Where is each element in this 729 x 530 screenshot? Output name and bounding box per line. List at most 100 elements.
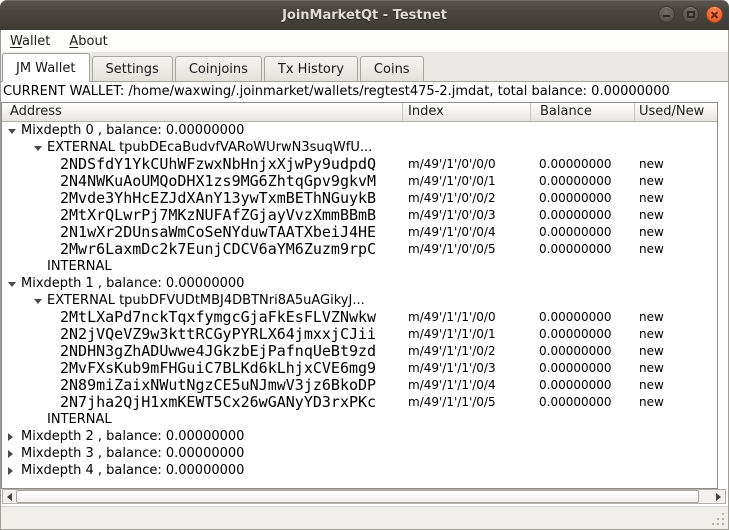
close-button[interactable] [706, 6, 723, 23]
tree-row[interactable]: 2N89miZaixNWutNgzCE5uNJmwV3jz6BkoDPm/49'… [2, 377, 717, 394]
address-cell: 2MtXrQLwrPj7MKzNUFAfZGjayVvzXmmBBmB [60, 207, 376, 223]
column-header-used-new[interactable]: Used/New [639, 103, 704, 121]
scroll-left-button[interactable] [3, 490, 16, 503]
column-separator [530, 103, 531, 121]
tab-coinjoins[interactable]: Coinjoins [175, 56, 262, 81]
expand-arrow-icon[interactable] [8, 433, 13, 441]
tree-row[interactable]: 2N1wXr2DUnsaWmCoSeNYduwTAATXbeiJ4HEm/49'… [2, 224, 717, 241]
index-cell: m/49'/1'/1'/0/2 [408, 343, 496, 360]
branch-label: Mixdepth 1 , balance: 0.00000000 [21, 275, 244, 292]
tree-row[interactable]: 2MtXrQLwrPj7MKzNUFAfZGjayVvzXmmBBmB m/49'… [2, 207, 717, 224]
status-cell: new [639, 343, 664, 360]
balance-cell: 0.00000000 [539, 377, 612, 394]
column-header-index[interactable]: Index [408, 103, 444, 121]
balance-cell: 0.00000000 [539, 326, 612, 343]
tab-settings[interactable]: Settings [92, 56, 173, 81]
tree-row[interactable]: 2NDHN3gZhADUwwe4JGkzbEjPafnqUeBt9zd m/49'… [2, 343, 717, 360]
column-separator [634, 103, 635, 121]
column-header-balance[interactable]: Balance [540, 103, 592, 121]
scrollbar-thumb[interactable] [16, 490, 699, 503]
branch-label: EXTERNAL tpubDFVUDtMBJ4DBTNri8A5uAGikyJ.… [47, 292, 365, 309]
tree-row[interactable]: 2MtLXaPd7nckTqxfymgcGjaFkEsFLVZNwkw m/49'… [2, 309, 717, 326]
branch-label: INTERNAL [47, 411, 112, 428]
tree-body: Mixdepth 0 , balance: 0.00000000EXTERNAL… [2, 122, 717, 479]
status-cell: new [639, 326, 664, 343]
tab-jm-wallet[interactable]: JM Wallet [2, 53, 90, 82]
collapse-arrow-icon[interactable] [34, 146, 42, 151]
index-cell: m/49'/1'/1'/0/0 [408, 309, 496, 326]
address-cell: 2N89miZaixNWutNgzCE5uNJmwV3jz6BkoDP [60, 377, 376, 393]
horizontal-scrollbar[interactable] [2, 489, 726, 504]
current-wallet-label: CURRENT WALLET: /home/waxwing/.joinmarke… [1, 82, 728, 102]
balance-cell: 0.00000000 [539, 207, 612, 224]
app-window: JoinMarketQt - Testnet Wallet About JM W… [0, 0, 729, 530]
tree-header: Address Index Balance Used/New [2, 103, 717, 122]
minimize-icon [663, 15, 670, 17]
collapse-arrow-icon[interactable] [8, 129, 16, 134]
index-cell: m/49'/1'/0'/0/5 [408, 241, 496, 258]
minimize-button[interactable] [658, 6, 675, 23]
status-cell: new [639, 241, 664, 258]
titlebar[interactable]: JoinMarketQt - Testnet [0, 0, 729, 30]
index-cell: m/49'/1'/1'/0/1 [408, 326, 496, 343]
index-cell: m/49'/1'/0'/0/3 [408, 207, 496, 224]
branch-label: Mixdepth 3 , balance: 0.00000000 [21, 445, 244, 462]
tree-row[interactable]: 2Mvde3YhHcEZJdXAnY13ywTxmBEThNGuykBm/49'… [2, 190, 717, 207]
menu-about[interactable]: About [69, 34, 107, 49]
scroll-right-arrow-icon [716, 493, 721, 501]
branch-label: EXTERNAL tpubDEcaBudvfVARoWUrwN3suqWfU..… [47, 139, 372, 156]
tree-row[interactable]: INTERNAL [2, 411, 717, 428]
index-cell: m/49'/1'/0'/0/0 [408, 156, 496, 173]
window-title: JoinMarketQt - Testnet [282, 8, 447, 23]
tree-row[interactable]: Mixdepth 1 , balance: 0.00000000 [2, 275, 717, 292]
tree-row[interactable]: 2N2jVQeVZ9w3kttRCGyPYRLX64jmxxjCJii m/49'… [2, 326, 717, 343]
address-cell: 2NDHN3gZhADUwwe4JGkzbEjPafnqUeBt9zd [60, 343, 376, 359]
tab-coins[interactable]: Coins [360, 56, 424, 81]
status-cell: new [639, 207, 664, 224]
balance-cell: 0.00000000 [539, 309, 612, 326]
index-cell: m/49'/1'/1'/0/5 [408, 394, 496, 411]
status-cell: new [639, 309, 664, 326]
tab-tx-history[interactable]: Tx History [264, 56, 358, 81]
collapse-arrow-icon[interactable] [8, 282, 16, 287]
tree-row[interactable]: 2N7jha2QjH1xmKEWT5Cx26wGANyYD3rxPKcm/49'… [2, 394, 717, 411]
tree-row[interactable]: 2Mwr6LaxmDc2k7EunjCDCV6aYM6Zuzm9rpCm/49'… [2, 241, 717, 258]
column-separator [402, 103, 403, 121]
status-cell: new [639, 156, 664, 173]
tree-row[interactable]: Mixdepth 4 , balance: 0.00000000 [2, 462, 717, 479]
address-cell: 2MtLXaPd7nckTqxfymgcGjaFkEsFLVZNwkw [60, 309, 376, 325]
status-cell: new [639, 190, 664, 207]
expand-arrow-icon[interactable] [8, 450, 13, 458]
expand-arrow-icon[interactable] [8, 467, 13, 475]
balance-cell: 0.00000000 [539, 360, 612, 377]
branch-label: Mixdepth 4 , balance: 0.00000000 [21, 462, 244, 479]
tree-row[interactable]: Mixdepth 2 , balance: 0.00000000 [2, 428, 717, 445]
address-cell: 2N2jVQeVZ9w3kttRCGyPYRLX64jmxxjCJii [60, 326, 376, 342]
menu-wallet[interactable]: Wallet [10, 34, 50, 49]
maximize-icon [687, 11, 695, 18]
status-cell: new [639, 360, 664, 377]
tree-row[interactable]: Mixdepth 0 , balance: 0.00000000 [2, 122, 717, 139]
tree-row[interactable]: INTERNAL [2, 258, 717, 275]
tree-row[interactable]: 2MvFXsKub9mFHGuiC7BLKd6kLhjxCVE6mg9m/49'… [2, 360, 717, 377]
balance-cell: 0.00000000 [539, 173, 612, 190]
tree-row[interactable]: Mixdepth 3 , balance: 0.00000000 [2, 445, 717, 462]
branch-label: Mixdepth 2 , balance: 0.00000000 [21, 428, 244, 445]
collapse-arrow-icon[interactable] [34, 299, 42, 304]
tree-row[interactable]: EXTERNAL tpubDFVUDtMBJ4DBTNri8A5uAGikyJ.… [2, 292, 717, 309]
status-cell: new [639, 377, 664, 394]
scroll-right-button[interactable] [712, 490, 725, 503]
tree-row[interactable]: EXTERNAL tpubDEcaBudvfVARoWUrwN3suqWfU..… [2, 139, 717, 156]
address-cell: 2NDSfdY1YkCUhWFzwxNbHnjxXjwPy9udpdQ [60, 156, 376, 172]
index-cell: m/49'/1'/1'/0/3 [408, 360, 496, 377]
address-cell: 2N1wXr2DUnsaWmCoSeNYduwTAATXbeiJ4HE [60, 224, 376, 240]
maximize-button[interactable] [682, 6, 699, 23]
resize-grip[interactable] [712, 513, 724, 525]
index-cell: m/49'/1'/0'/0/1 [408, 173, 496, 190]
index-cell: m/49'/1'/0'/0/2 [408, 190, 496, 207]
tree-row[interactable]: 2NDSfdY1YkCUhWFzwxNbHnjxXjwPy9udpdQ m/49'… [2, 156, 717, 173]
column-header-address[interactable]: Address [10, 103, 62, 121]
tree-row[interactable]: 2N4NWKuAoUMQoDHX1zs9MG6ZhtqGpv9gkvMm/49'… [2, 173, 717, 190]
window-controls [658, 6, 723, 23]
balance-cell: 0.00000000 [539, 241, 612, 258]
